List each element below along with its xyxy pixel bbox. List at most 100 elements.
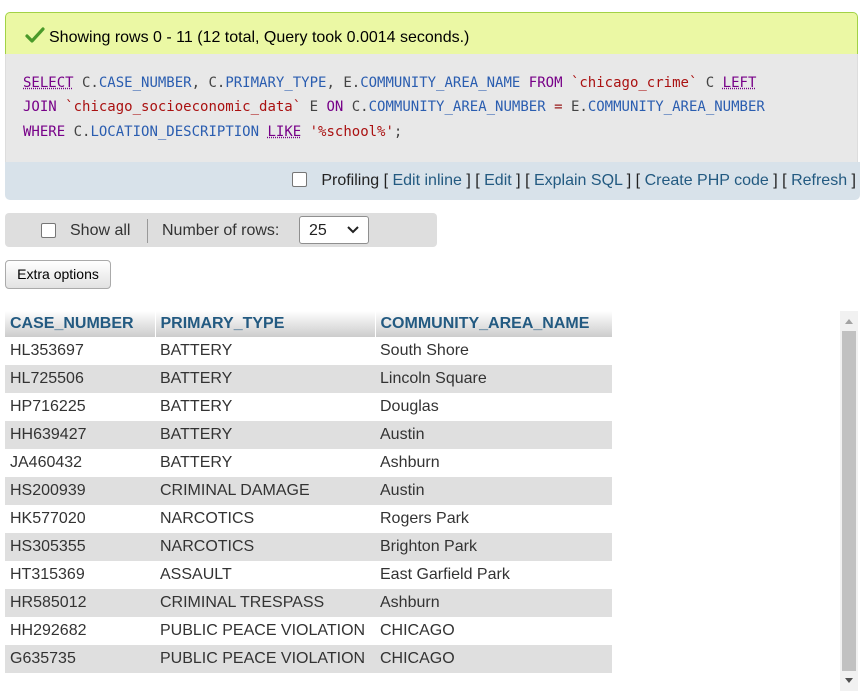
sql-token: '%school%' [309,124,394,140]
table-cell: CHICAGO [375,617,612,645]
table-cell: G635735 [5,645,155,673]
table-cell: East Garfield Park [375,561,612,589]
table-cell: PUBLIC PEACE VIOLATION [155,645,375,673]
sql-token: , E. [326,75,361,91]
sql-token: PRIMARY_TYPE [225,75,327,91]
explain-sql-link[interactable]: Explain SQL [534,172,622,189]
table-cell: Austin [375,421,612,449]
table-cell: CHICAGO [375,645,612,673]
sql-token: C [697,75,723,91]
create-php-code-link[interactable]: Create PHP code [645,172,769,189]
sql-token: FROM [528,75,563,91]
bracket: [ [782,172,787,189]
table-row[interactable]: HL353697 BATTERY South Shore [5,337,612,365]
table-row[interactable]: HS305355 NARCOTICS Brighton Park [5,533,612,561]
bracket: [ [635,172,641,189]
divider [147,219,148,243]
sql-token: `chicago_crime` [570,75,698,91]
table-cell: South Shore [375,337,612,365]
query-toolbar: Profiling [ Edit inline ] [ Edit ] [ Exp… [5,162,860,200]
column-header-case-number[interactable]: CASE_NUMBER [5,311,156,337]
scroll-up-arrow-icon[interactable] [844,317,854,325]
table-cell: Lincoln Square [375,365,612,393]
table-cell: Douglas [375,393,612,421]
edit-link[interactable]: Edit [484,172,512,189]
table-cell: BATTERY [155,449,375,477]
sql-token: , C. [191,75,226,91]
scroll-down-arrow-icon[interactable] [844,677,854,685]
table-cell: HK577020 [5,505,155,533]
table-row[interactable]: HR585012 CRIMINAL TRESPASS Ashburn [5,589,612,617]
table-cell: HH292682 [5,617,155,645]
sql-token: E [301,99,327,115]
scrollbar-thumb[interactable] [842,331,856,671]
show-all-checkbox[interactable] [41,223,56,238]
sql-token: `chicago_socioeconomic_data` [65,99,302,115]
column-header-primary-type[interactable]: PRIMARY_TYPE [155,311,376,337]
vertical-scrollbar[interactable] [840,311,858,691]
table-row[interactable]: HH292682 PUBLIC PEACE VIOLATION CHICAGO [5,617,612,645]
number-of-rows-select[interactable]: 25 [299,216,369,244]
refresh-link[interactable]: Refresh [791,172,847,189]
show-all-label: Show all [70,222,131,239]
table-cell: HH639427 [5,421,155,449]
table-cell: HS200939 [5,477,155,505]
number-of-rows-label: Number of rows: [162,222,280,239]
table-cell: BATTERY [155,421,375,449]
table-cell: Brighton Park [375,533,612,561]
navigation-bar: Show all Number of rows: 25 [5,213,437,247]
table-row[interactable]: G635735 PUBLIC PEACE VIOLATION CHICAGO [5,645,612,673]
table-cell: HP716225 [5,393,155,421]
table-header-row: CASE_NUMBER PRIMARY_TYPE COMMUNITY_AREA_… [5,311,613,337]
table-cell: BATTERY [155,337,375,365]
extra-options-button[interactable]: Extra options [5,260,111,289]
table-cell: Ashburn [375,449,612,477]
table-cell: Austin [375,477,612,505]
table-cell: BATTERY [155,365,375,393]
bracket: ] [466,172,471,189]
sql-token: WHERE [23,124,66,140]
profiling-label: Profiling [321,172,380,189]
sql-line-3: WHERE C.LOCATION_DESCRIPTION LIKE '%scho… [23,124,402,140]
sql-token: C. [73,75,99,91]
table-cell: Rogers Park [375,505,612,533]
column-header-community-area-name[interactable]: COMMUNITY_AREA_NAME [375,311,613,337]
table-row[interactable]: HH639427 BATTERY Austin [5,421,612,449]
sql-token: COMMUNITY_AREA_NAME [360,75,521,91]
table-cell: JA460432 [5,449,155,477]
profiling-checkbox[interactable] [291,172,307,187]
number-of-rows-value: 25 [309,222,327,239]
results-table: CASE_NUMBER PRIMARY_TYPE COMMUNITY_AREA_… [5,311,613,673]
table-cell: NARCOTICS [155,533,375,561]
table-row[interactable]: HP716225 BATTERY Douglas [5,393,612,421]
table-row[interactable]: HS200939 CRIMINAL DAMAGE Austin [5,477,612,505]
edit-inline-link[interactable]: Edit inline [392,172,461,189]
table-row[interactable]: JA460432 BATTERY Ashburn [5,449,612,477]
success-message-box: Showing rows 0 - 11 (12 total, Query too… [5,12,858,54]
table-cell: HR585012 [5,589,155,617]
sql-token: ; [393,124,403,140]
sql-token: = [554,99,563,115]
success-message: Showing rows 0 - 11 (12 total, Query too… [49,29,470,46]
sql-token: COMMUNITY_AREA_NUMBER [587,99,765,115]
bracket: ] [773,172,778,189]
bracket: [ [525,172,530,189]
bracket: ] [851,172,856,189]
sql-token: COMMUNITY_AREA_NUMBER [368,99,546,115]
table-row[interactable]: HK577020 NARCOTICS Rogers Park [5,505,612,533]
sql-token: ON [326,99,344,115]
table-cell: CRIMINAL DAMAGE [155,477,375,505]
table-cell: CRIMINAL TRESPASS [155,589,375,617]
table-row[interactable]: HT315369 ASSAULT East Garfield Park [5,561,612,589]
table-row[interactable]: HL725506 BATTERY Lincoln Square [5,365,612,393]
bracket: ] [626,172,632,189]
sql-token: C. [343,99,369,115]
sql-token: JOIN [23,99,57,115]
table-cell: PUBLIC PEACE VIOLATION [155,617,375,645]
table-cell: HL353697 [5,337,155,365]
sql-token: CASE_NUMBER [98,75,192,91]
sql-token: LIKE [267,124,302,140]
